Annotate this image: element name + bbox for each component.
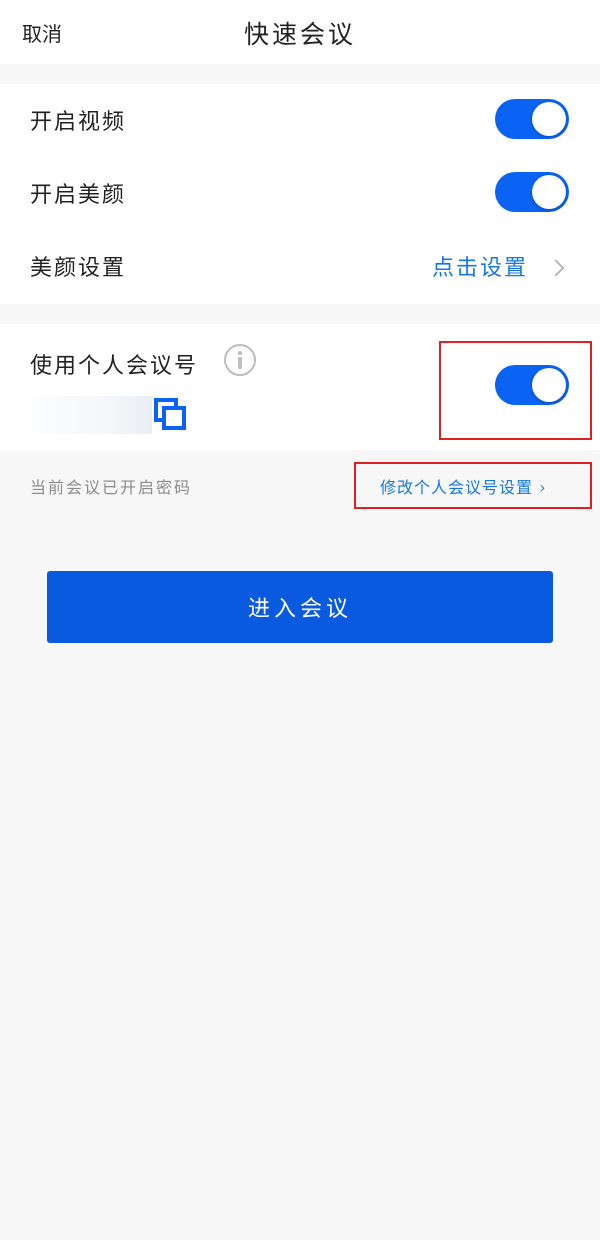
video-row: 开启视频 xyxy=(0,84,600,158)
beauty-row: 开启美颜 xyxy=(0,157,600,231)
masked-meeting-id xyxy=(16,396,152,434)
info-dot xyxy=(238,351,242,355)
copy-icon[interactable] xyxy=(154,398,188,430)
toggle-knob xyxy=(532,102,566,136)
info-bar xyxy=(238,357,242,369)
meeting-options-card: 开启视频 开启美颜 美颜设置 点击设置 xyxy=(0,84,600,304)
top-bar: 取消 快速会议 xyxy=(0,0,600,64)
chevron-right-icon xyxy=(547,259,565,277)
video-label: 开启视频 xyxy=(30,110,127,135)
beauty-settings-action[interactable]: 点击设置 xyxy=(432,250,528,282)
beauty-label: 开启美颜 xyxy=(30,183,127,208)
personal-meeting-label: 使用个人会议号 xyxy=(30,354,199,379)
password-hint: 当前会议已开启密码 xyxy=(30,478,193,497)
video-toggle[interactable] xyxy=(495,99,569,139)
modify-personal-meeting-link[interactable]: 修改个人会议号设置 › xyxy=(380,474,547,498)
toggle-knob xyxy=(532,175,566,209)
beauty-settings-row[interactable]: 美颜设置 点击设置 xyxy=(0,230,600,304)
toggle-highlight-box xyxy=(439,341,592,440)
beauty-toggle[interactable] xyxy=(495,172,569,212)
page-title: 快速会议 xyxy=(243,20,356,49)
enter-meeting-button[interactable]: 进入会议 xyxy=(47,571,553,643)
info-circle-icon[interactable] xyxy=(224,344,256,376)
beauty-settings-label: 美颜设置 xyxy=(30,256,127,281)
